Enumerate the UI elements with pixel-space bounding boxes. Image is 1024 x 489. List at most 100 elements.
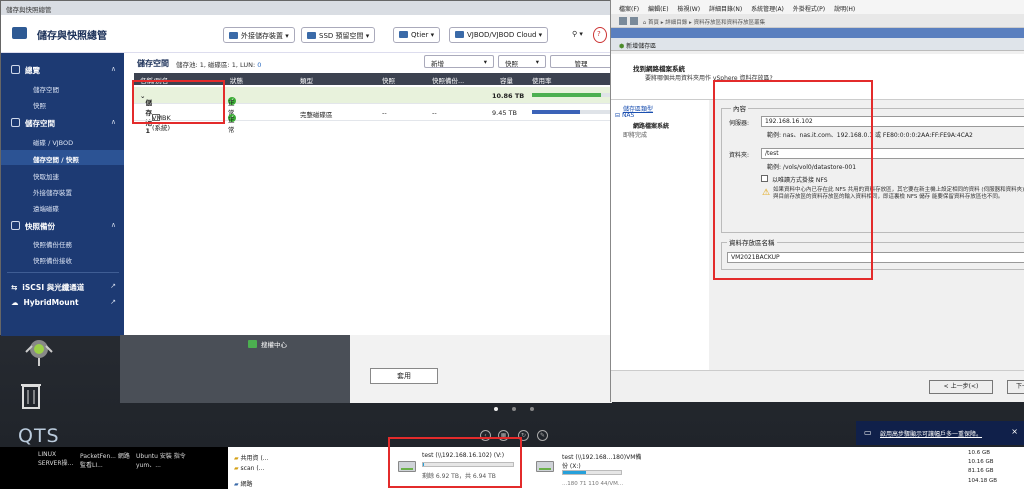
size-value: 10.6 GB — [968, 450, 991, 456]
back-icon[interactable] — [619, 17, 627, 25]
manage-button[interactable]: 管理 — [550, 55, 612, 68]
help-icon[interactable]: ? — [593, 27, 607, 43]
snapshot-button[interactable]: 快照 ▾ — [498, 55, 546, 68]
notification-toast[interactable]: ▭ 啟用高步驟顯示可讓幅戶多一重保障。 × — [856, 421, 1024, 445]
sidebar-item-storage[interactable]: 儲存空間 — [33, 84, 59, 94]
search-settings-icon[interactable]: ⚲ ▾ — [567, 27, 588, 43]
monitor-entry[interactable]: 搜權中心 — [248, 339, 287, 349]
external-link-icon[interactable]: ↗ — [110, 282, 116, 290]
menu-file[interactable]: 檔案(F) — [619, 6, 639, 13]
taskbar-item[interactable]: LINUX SERVER操... — [38, 451, 74, 467]
menu-help[interactable]: 說明(H) — [834, 6, 855, 13]
external-storage-button[interactable]: 外接儲存裝置 ▾ — [223, 27, 295, 43]
taskbar-item[interactable]: PacketFen... 網路監看LI... — [80, 451, 130, 469]
menu-admin[interactable]: 系統管理(A) — [751, 6, 784, 13]
forward-icon[interactable] — [630, 17, 638, 25]
menu-bar: 檔案(F) 編輯(E) 檢視(W) 詳細目錄(N) 系統管理(A) 外掛程式(P… — [611, 0, 1024, 14]
window-titlebar: 儲存與快照總管 — [1, 1, 611, 15]
chevron-up-icon[interactable]: ∧ — [111, 118, 116, 126]
sidebar: 總覽 ∧ 儲存空間 快照 儲存空間 ∧ 磁碟 / VJBOD 儲存空間 / 快照… — [1, 53, 124, 336]
folder-icon: ▰ — [234, 465, 239, 472]
page-title: 儲存空間 — [137, 59, 169, 68]
page-dot[interactable] — [494, 407, 498, 411]
sidebar-section-storage[interactable]: 儲存空間 — [11, 118, 55, 129]
highlight-rectangle — [713, 80, 873, 280]
vsphere-window: 檔案(F) 編輯(E) 檢視(W) 詳細目錄(N) 系統管理(A) 外掛程式(P… — [610, 0, 1024, 402]
row-snapshot: -- — [382, 109, 387, 117]
drive-x-name[interactable]: test (\\192.168...180)VM備份 (X:) — [562, 452, 642, 470]
size-value: 104.18 GB — [968, 478, 998, 484]
highlight-rectangle — [132, 80, 225, 124]
storage-app-icon — [12, 27, 27, 39]
menu-inventory[interactable]: 詳細目錄(N) — [709, 6, 742, 13]
sidebar-link-iscsi[interactable]: ⇆ iSCSI 與光纖通道 — [11, 282, 84, 293]
wizard-steps: 儲存區類型 ⊟ NAS 網路檔案系統 即將完成 — [611, 100, 709, 370]
backup-icon — [11, 221, 20, 230]
wizard-titlebar: ⬢ 新增儲存區 — [611, 38, 1024, 51]
col-backup[interactable]: 快照備份... — [432, 75, 464, 85]
vjbod-button[interactable]: VJBOD/VJBOD Cloud ▾ — [449, 27, 549, 43]
row-capacity: 9.45 TB — [492, 109, 517, 117]
col-usage[interactable]: 使用率 — [532, 75, 552, 85]
sidebar-item-backup-receive[interactable]: 快照備份接收 — [33, 255, 72, 265]
size-value: 81.16 GB — [968, 468, 994, 474]
edit-icon[interactable]: ✎ — [537, 430, 548, 441]
folder-icon: ▰ — [234, 455, 239, 462]
external-link-icon[interactable]: ↗ — [110, 298, 116, 306]
sidebar-item-storage-snapshots[interactable]: 儲存空間 / 快照 — [33, 154, 79, 164]
size-value: 10.16 GB — [968, 459, 994, 465]
iscsi-icon: ⇆ — [11, 283, 18, 292]
close-icon[interactable]: × — [1011, 427, 1018, 436]
toast-text[interactable]: 啟用高步驟顯示可讓幅戶多一重保障。 — [880, 429, 982, 438]
col-capacity[interactable]: 容量 — [500, 75, 513, 85]
app-header: 儲存與快照總管 外接儲存裝置 ▾ SSD 預留空間 ▾ Qtier ▾ VJBO… — [1, 15, 611, 53]
step-finish: 即將完成 — [623, 132, 648, 139]
notification-panel: 搜權中心 — [120, 335, 350, 403]
toolbar-strip — [611, 28, 1024, 38]
create-button[interactable]: 新增 ▾ — [424, 55, 494, 68]
row-backup: -- — [432, 109, 437, 117]
sidebar-section-overview[interactable]: 總覽 — [11, 65, 40, 76]
sidebar-item-external[interactable]: 外接儲存裝置 — [33, 187, 72, 197]
taskbar-item[interactable]: Ubuntu 安裝 指令 yum、... — [136, 451, 192, 469]
col-status[interactable]: 狀態 — [230, 75, 243, 85]
col-type[interactable]: 類型 — [300, 75, 313, 85]
sidebar-item-cache[interactable]: 快取加速 — [33, 171, 59, 181]
qtier-button[interactable]: Qtier ▾ — [393, 27, 441, 43]
sidebar-section-backup[interactable]: 快照備份 — [11, 221, 55, 232]
external-storage-icon — [229, 32, 238, 39]
folder-entry[interactable]: ▰ 共用資 (... — [234, 453, 269, 462]
page-dot[interactable] — [512, 407, 516, 411]
ssd-overprovision-button[interactable]: SSD 預留空間 ▾ — [301, 27, 376, 43]
security-icon: ▭ — [864, 428, 872, 437]
wizard-heading: 找到網路檔案系統 — [633, 65, 685, 73]
trash-icon[interactable] — [20, 380, 42, 410]
menu-plugins[interactable]: 外掛程式(P) — [793, 6, 825, 13]
page-dot[interactable] — [530, 407, 534, 411]
step-nas[interactable]: ⊟ NAS — [615, 112, 634, 119]
menu-view[interactable]: 檢視(W) — [677, 6, 700, 13]
size-column: 10.6 GB 10.16 GB 81.16 GB 104.18 GB — [938, 447, 1024, 489]
col-snapshot[interactable]: 快照 — [382, 75, 395, 85]
sidebar-item-snapshot[interactable]: 快照 — [33, 100, 46, 110]
wizard-footer: < 上一步(<) 下一 — [611, 370, 1024, 402]
back-button[interactable]: < 上一步(<) — [929, 380, 993, 394]
usage-bar — [532, 110, 610, 114]
usage-bar-fill — [532, 110, 581, 114]
usage-bar — [532, 93, 610, 97]
sidebar-item-remote[interactable]: 遠端磁碟 — [33, 203, 59, 213]
home-icon[interactable]: ⌂ — [643, 20, 647, 26]
highlight-rectangle — [388, 437, 522, 488]
sidebar-item-disks[interactable]: 磁碟 / VJBOD — [33, 137, 73, 147]
folder-entry[interactable]: ▰ 網路 — [234, 479, 253, 488]
next-button[interactable]: 下一 — [1007, 380, 1024, 394]
sidebar-item-backup-jobs[interactable]: 快照備份任務 — [33, 239, 72, 249]
apply-button[interactable]: 套用 — [370, 368, 438, 384]
menu-edit[interactable]: 編輯(E) — [648, 6, 668, 13]
sidebar-link-hybridmount[interactable]: ☁ HybridMount — [11, 298, 79, 307]
chevron-up-icon[interactable]: ∧ — [111, 65, 116, 73]
wizard-icon: ⬢ — [619, 43, 625, 50]
folder-entry[interactable]: ▰ scan (... — [234, 465, 264, 472]
ssd-icon — [307, 32, 316, 39]
chevron-up-icon[interactable]: ∧ — [111, 221, 116, 229]
